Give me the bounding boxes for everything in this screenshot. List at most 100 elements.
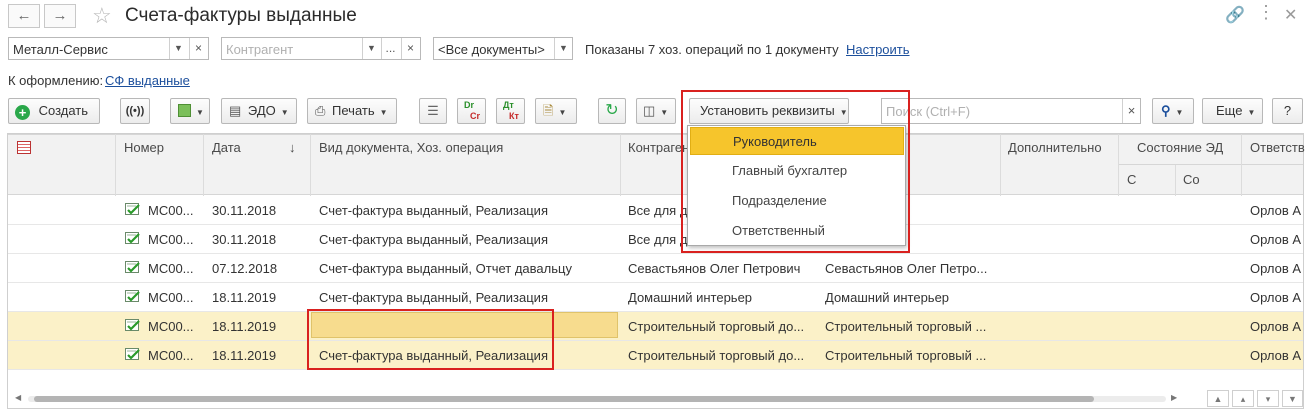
cell-date: 18.11.2019 [212,319,277,334]
last-page-icon: ▼ [1288,394,1297,404]
select-icon[interactable]: ... [381,38,399,59]
structure-icon: ◫ [643,103,656,118]
edo-icon: ▤ [229,103,242,118]
col-edo-state[interactable]: Состояние ЭД [1137,140,1223,155]
clear-icon[interactable]: × [401,38,419,59]
more-vertical-icon[interactable]: ⋮ [1257,2,1275,23]
cell-responsible: Орлов А [1250,203,1302,218]
pending-link[interactable]: СФ выданные [105,73,190,88]
cell-counterparty: Домашний интерьер [628,290,753,305]
document-gear-icon: 🗎 [543,103,554,118]
document-posted-icon [125,319,141,333]
cell-counterparty: Строительный торговый до... [628,319,805,334]
arrow-right-icon: → [52,7,68,24]
cell-responsible: Орлов А [1250,319,1302,334]
scroll-left-icon[interactable]: ◀ [15,393,21,402]
dtkt-button[interactable]: Дт Кт [496,98,525,124]
document-posted-icon [125,261,141,275]
cell-counterparty2: Севастьянов Олег Петро... [825,261,988,276]
cell-responsible: Орлов А [1250,232,1302,247]
doc-settings-button[interactable]: 🗎 ▼ [535,98,577,124]
clear-icon[interactable]: × [1122,99,1140,123]
cell-responsible: Орлов А [1250,290,1302,305]
scroll-first-button[interactable]: ▲ [1207,390,1229,407]
cell-date: 07.12.2018 [212,261,278,276]
col-additional[interactable]: Дополнительно [1008,140,1102,155]
configure-link[interactable]: Настроить [846,42,910,57]
document-copy-icon [178,104,191,117]
cell-date: 30.11.2018 [212,203,277,218]
dropdown-icon[interactable]: ▼ [362,38,380,59]
counterparty-field[interactable]: Контрагент ▼ ... × [221,37,421,60]
forward-button[interactable]: → [44,4,76,28]
scroll-last-button[interactable]: ▼ [1282,390,1303,407]
table-row[interactable]: МС00... 18.11.2019 Счет-фактура выданный, … [8,283,1303,312]
down-icon: ▾ [1265,394,1271,404]
print-button[interactable]: ⎙ Печать ▼ [307,98,397,124]
first-page-icon: ▲ [1213,394,1223,404]
scrollbar-thumb[interactable] [34,396,1094,402]
cell-date: 18.11.2019 [212,290,277,305]
close-icon[interactable]: ✕ [1284,5,1297,25]
cell-counterparty2: Домашний интерьер [825,290,950,305]
col-number[interactable]: Номер [124,140,164,155]
cell-responsible: Орлов А [1250,348,1302,363]
help-button[interactable]: ? [1272,98,1303,124]
col-edo-c[interactable]: С [1127,172,1136,187]
table-row[interactable]: МС00...18.11.2019Счет-фактура выданный, … [8,312,1303,341]
highlight-box-menu [681,90,910,253]
signal-icon: ((•)) [125,105,145,117]
link-icon[interactable]: 🔗 [1225,5,1245,25]
dropdown-icon[interactable]: ▼ [169,38,187,59]
cell-kind: Счет-фактура выданный, Реализация [319,290,548,305]
create-button[interactable]: + Создать [8,98,100,124]
scroll-right-icon[interactable]: ▶ [1171,393,1177,402]
list-button[interactable]: ☰ [419,98,447,124]
cell-responsible: Орлов А [1250,261,1302,276]
doc-type-select[interactable]: <Все документы> ▼ [433,37,573,60]
refresh-icon: ↻ [605,102,619,119]
structure-button[interactable]: ◫ ▼ [636,98,676,124]
create-based-button[interactable]: ▼ [170,98,210,124]
table-row[interactable]: МС00... 30.11.2018 Счет-фактура выданный, … [8,225,1303,254]
pending-label: К оформлению: [8,73,104,88]
dropdown-icon[interactable]: ▼ [554,38,572,59]
cell-number: МС00... [148,261,194,276]
plus-circle-icon: + [15,105,30,120]
scroll-up-button[interactable]: ▴ [1232,390,1254,407]
col-kind[interactable]: Вид документа, Хоз. операция [319,140,503,155]
edo-button[interactable]: ▤ ЭДО ▼ [221,98,297,124]
clear-icon[interactable]: × [189,38,207,59]
document-posted-icon [125,203,141,217]
document-posted-icon [125,290,141,304]
cell-counterparty2: Строительный торговый ... [825,348,987,363]
table-row[interactable]: МС00...18.11.2019Счет-фактура выданный, … [8,341,1303,370]
col-responsible[interactable]: Ответств [1250,140,1305,155]
search-input[interactable]: Поиск (Ctrl+F) × [881,98,1141,124]
refresh-button[interactable]: ↻ [598,98,626,124]
table-row[interactable]: МС00... 07.12.2018 Счет-фактура выданный, … [8,254,1303,283]
search-button[interactable]: ⚲ ▼ [1152,98,1194,124]
cell-number: МС00... [148,203,194,218]
list-icon: ☰ [427,103,439,118]
scroll-down-button[interactable]: ▾ [1257,390,1279,407]
cell-number: МС00... [148,290,194,305]
arrow-left-icon: ← [16,7,32,24]
cell-kind: Счет-фактура выданный, Отчет давальцу [319,261,572,276]
drcr-button[interactable]: Dr Cr [457,98,486,124]
printer-icon: ⎙ [315,103,326,118]
exchange-button[interactable]: ((•)) [120,98,150,124]
cell-counterparty: Севастьянов Олег Петрович [628,261,801,276]
col-edo-co[interactable]: Со [1183,172,1200,187]
dtkt-icon: Дт Кт [503,100,519,121]
cell-counterparty2: Строительный торговый ... [825,319,987,334]
doc-header-icon [17,141,31,154]
more-button[interactable]: Еще ▼ [1202,98,1263,124]
organization-field[interactable]: Металл-Сервис ▼ × [8,37,209,60]
col-date[interactable]: Дата [212,140,241,155]
document-posted-icon [125,348,141,362]
back-button[interactable]: ← [8,4,40,28]
table-row[interactable]: МС00... 30.11.2018 Счет-фактура выданный, … [8,196,1303,225]
favorite-star-icon[interactable]: ☆ [92,3,112,29]
cell-number: МС00... [148,319,194,334]
